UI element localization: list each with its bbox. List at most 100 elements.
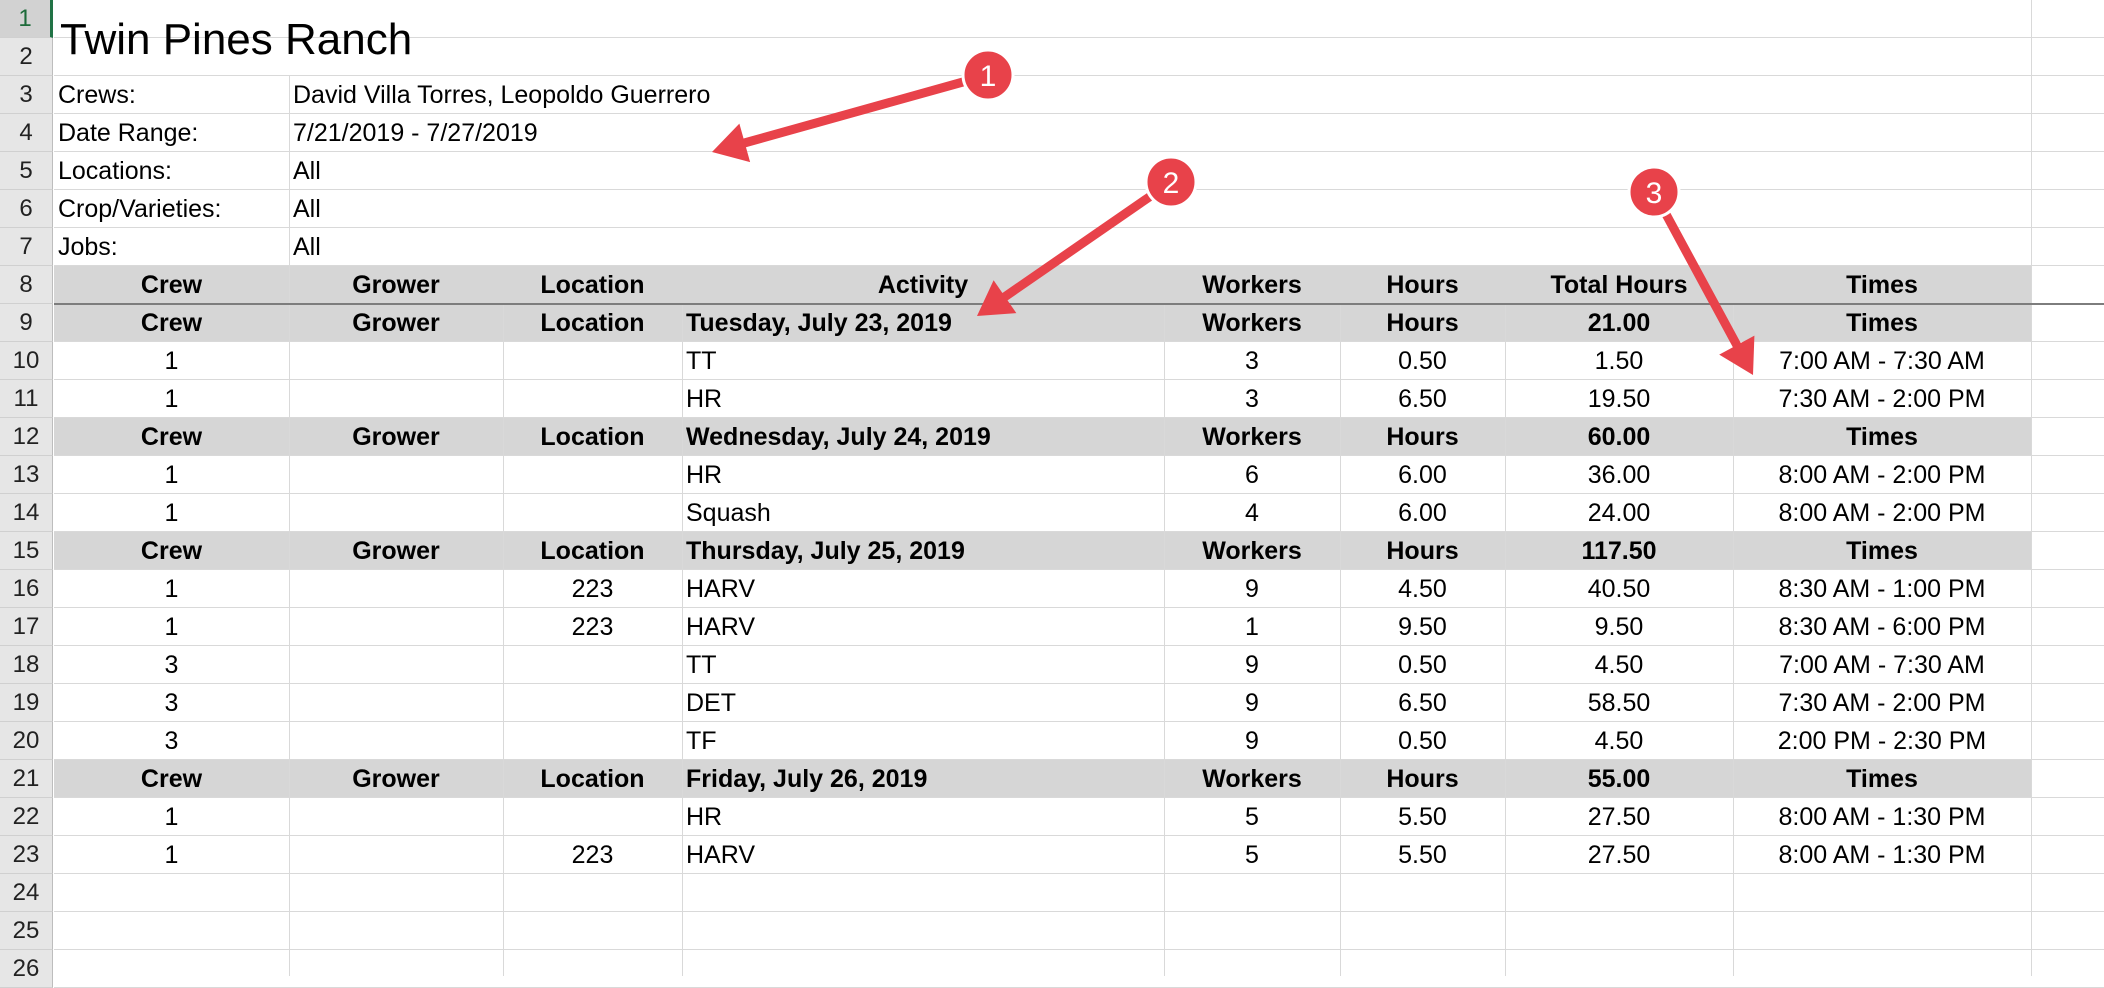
crew-cell[interactable]: 3 [54,646,289,684]
grower-cell[interactable] [289,456,503,494]
workers-cell[interactable]: 4 [1164,494,1340,532]
crew-cell[interactable]: 1 [54,798,289,836]
day-header-label[interactable]: Location [503,418,682,456]
info-value[interactable]: David Villa Torres, Leopoldo Guerrero [289,76,1340,114]
day-header-date[interactable]: Tuesday, July 23, 2019 [682,304,1164,342]
location-cell[interactable]: 223 [503,836,682,874]
row-header-1[interactable]: 1 [0,0,53,38]
day-header-label[interactable]: Crew [54,532,289,570]
row-header-8[interactable]: 8 [0,266,53,304]
day-header-label[interactable]: Grower [289,304,503,342]
activity-cell[interactable]: HR [682,456,1164,494]
crew-cell[interactable]: 1 [54,456,289,494]
hours-cell[interactable]: 5.50 [1340,798,1505,836]
grower-cell[interactable] [289,722,503,760]
total-hours-cell[interactable]: 27.50 [1505,836,1733,874]
row-header-19[interactable]: 19 [0,684,53,722]
report-title[interactable]: Twin Pines Ranch [56,8,956,72]
row-header-16[interactable]: 16 [0,570,53,608]
hours-cell[interactable]: 0.50 [1340,722,1505,760]
row-header-6[interactable]: 6 [0,190,53,228]
grower-cell[interactable] [289,570,503,608]
column-header-location[interactable]: Location [503,266,682,304]
times-cell[interactable]: 8:00 AM - 2:00 PM [1733,494,2031,532]
row-header-17[interactable]: 17 [0,608,53,646]
activity-cell[interactable]: DET [682,684,1164,722]
location-cell[interactable] [503,380,682,418]
total-hours-cell[interactable]: 4.50 [1505,646,1733,684]
activity-cell[interactable]: HR [682,798,1164,836]
hours-cell[interactable]: 4.50 [1340,570,1505,608]
day-header-label[interactable]: Hours [1340,532,1505,570]
row-header-18[interactable]: 18 [0,646,53,684]
day-header-label[interactable]: Grower [289,760,503,798]
workers-cell[interactable]: 9 [1164,684,1340,722]
row-header-2[interactable]: 2 [0,38,53,76]
crew-cell[interactable]: 1 [54,836,289,874]
hours-cell[interactable]: 0.50 [1340,646,1505,684]
location-cell[interactable] [503,798,682,836]
day-header-label[interactable]: Times [1733,304,2031,342]
row-header-22[interactable]: 22 [0,798,53,836]
grower-cell[interactable] [289,836,503,874]
info-label[interactable]: Locations: [54,152,289,190]
activity-cell[interactable]: HR [682,380,1164,418]
crew-cell[interactable]: 1 [54,342,289,380]
day-header-date[interactable]: Wednesday, July 24, 2019 [682,418,1164,456]
activity-cell[interactable]: HARV [682,836,1164,874]
info-label[interactable]: Crews: [54,76,289,114]
total-hours-cell[interactable]: 19.50 [1505,380,1733,418]
day-header-label[interactable]: Location [503,532,682,570]
day-header-label[interactable]: Location [503,304,682,342]
hours-cell[interactable]: 5.50 [1340,836,1505,874]
row-header-23[interactable]: 23 [0,836,53,874]
row-header-11[interactable]: 11 [0,380,53,418]
hours-cell[interactable]: 6.50 [1340,684,1505,722]
hours-cell[interactable]: 9.50 [1340,608,1505,646]
workers-cell[interactable]: 9 [1164,646,1340,684]
row-header-3[interactable]: 3 [0,76,53,114]
column-header-workers[interactable]: Workers [1164,266,1340,304]
day-header-label[interactable]: Hours [1340,760,1505,798]
times-cell[interactable]: 8:00 AM - 2:00 PM [1733,456,2031,494]
day-header-label[interactable]: Workers [1164,418,1340,456]
day-header-label[interactable]: Location [503,760,682,798]
workers-cell[interactable]: 9 [1164,570,1340,608]
hours-cell[interactable]: 0.50 [1340,342,1505,380]
day-header-label[interactable]: Times [1733,760,2031,798]
times-cell[interactable]: 8:00 AM - 1:30 PM [1733,798,2031,836]
total-hours-cell[interactable]: 1.50 [1505,342,1733,380]
workers-cell[interactable]: 1 [1164,608,1340,646]
crew-cell[interactable]: 1 [54,570,289,608]
location-cell[interactable]: 223 [503,608,682,646]
grower-cell[interactable] [289,798,503,836]
workers-cell[interactable]: 6 [1164,456,1340,494]
day-header-label[interactable]: Crew [54,418,289,456]
crew-cell[interactable]: 1 [54,380,289,418]
location-cell[interactable] [503,456,682,494]
info-label[interactable]: Date Range: [54,114,289,152]
hours-cell[interactable]: 6.00 [1340,494,1505,532]
total-hours-cell[interactable]: 36.00 [1505,456,1733,494]
times-cell[interactable]: 7:00 AM - 7:30 AM [1733,646,2031,684]
crew-cell[interactable]: 1 [54,608,289,646]
row-header-7[interactable]: 7 [0,228,53,266]
info-value[interactable]: All [289,228,1340,266]
total-hours-cell[interactable]: 4.50 [1505,722,1733,760]
row-header-5[interactable]: 5 [0,152,53,190]
info-label[interactable]: Jobs: [54,228,289,266]
row-header-15[interactable]: 15 [0,532,53,570]
info-value[interactable]: 7/21/2019 - 7/27/2019 [289,114,1340,152]
crew-cell[interactable]: 3 [54,684,289,722]
location-cell[interactable] [503,494,682,532]
day-total-hours[interactable]: 117.50 [1505,532,1733,570]
info-value[interactable]: All [289,152,1340,190]
day-total-hours[interactable]: 21.00 [1505,304,1733,342]
column-header-times[interactable]: Times [1733,266,2031,304]
column-header-crew[interactable]: Crew [54,266,289,304]
row-header-10[interactable]: 10 [0,342,53,380]
day-header-label[interactable]: Workers [1164,304,1340,342]
times-cell[interactable]: 8:30 AM - 6:00 PM [1733,608,2031,646]
day-header-label[interactable]: Workers [1164,760,1340,798]
day-header-label[interactable]: Times [1733,418,2031,456]
